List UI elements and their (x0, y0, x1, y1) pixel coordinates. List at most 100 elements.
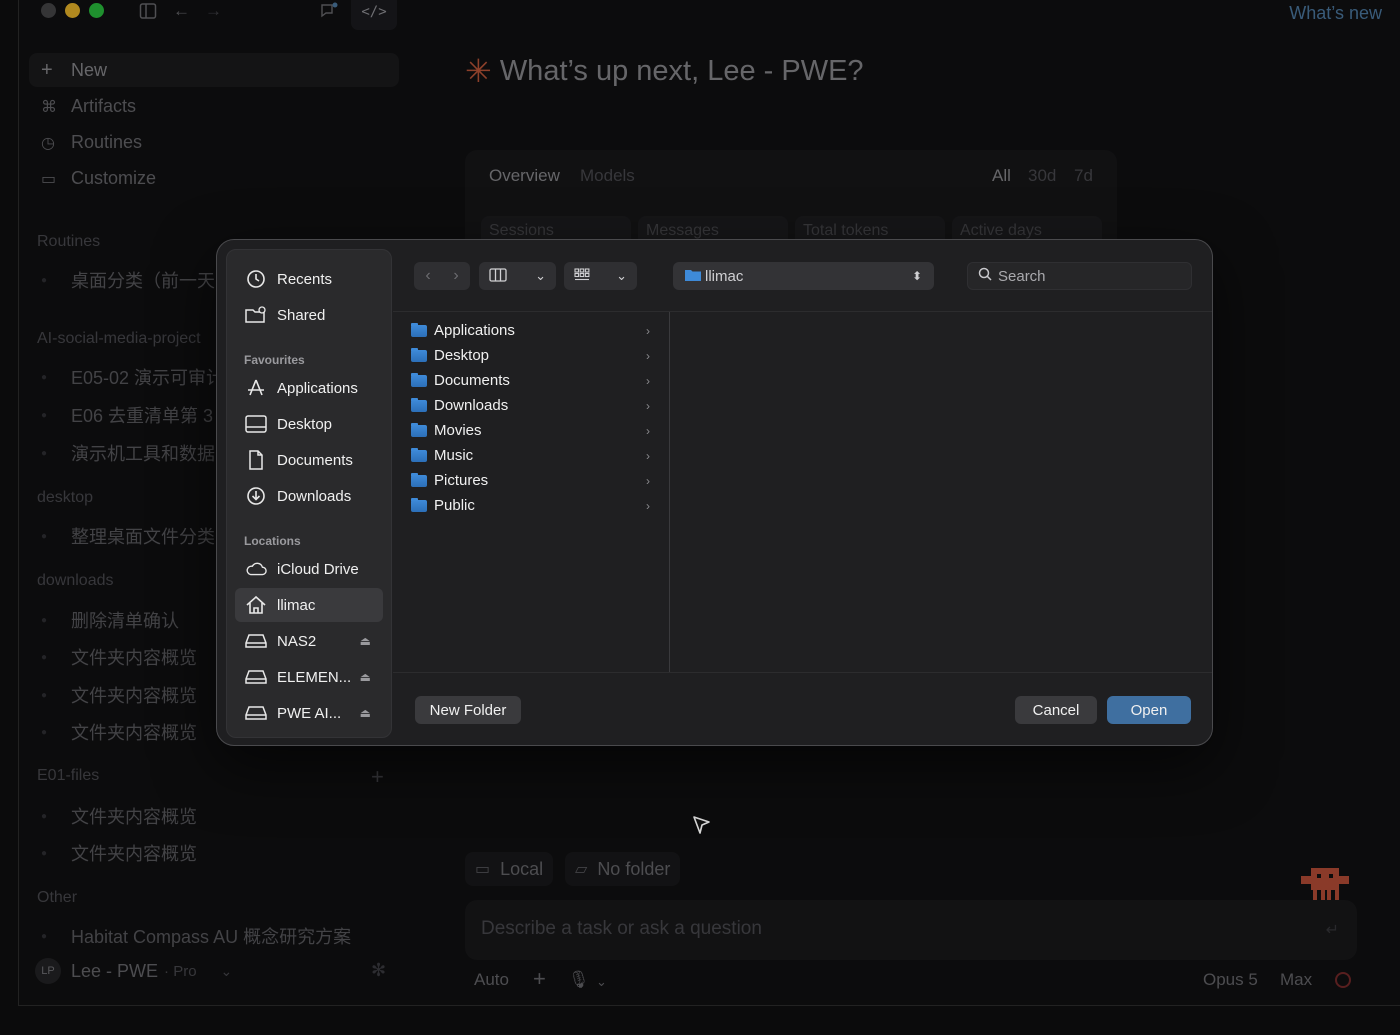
whats-new-link[interactable]: What’s new (1289, 3, 1382, 24)
code-view-button[interactable]: </> (351, 0, 397, 30)
sidebar-item-llimac[interactable]: llimac (235, 588, 383, 622)
cancel-button[interactable]: Cancel (1015, 696, 1097, 724)
status-dot-icon: ● (41, 371, 48, 383)
folder-row-movies[interactable]: Movies › (411, 418, 658, 443)
new-session-button[interactable]: + New (29, 53, 399, 87)
sidebar-item-applications[interactable]: Applications (235, 371, 383, 405)
folder-icon (411, 372, 427, 387)
eject-icon[interactable]: ⏏ (360, 634, 371, 648)
range-30d[interactable]: 30d (1028, 166, 1056, 186)
back-arrow-icon[interactable]: ← (173, 2, 190, 20)
eject-icon[interactable]: ⏏ (360, 706, 371, 720)
column-view-selector[interactable]: ⌄ (479, 262, 556, 290)
folder-row-downloads[interactable]: Downloads › (411, 393, 658, 418)
back-chevron-icon[interactable]: ‹ (425, 267, 430, 285)
composer-input[interactable]: Describe a task or ask a question ↵ (465, 900, 1357, 960)
sidebar-item-elements[interactable]: ELEMEN... ⏏ (235, 660, 383, 694)
laptop-icon: ▭ (475, 861, 491, 878)
folder-row-documents[interactable]: Documents › (411, 368, 658, 393)
minimize-window-button[interactable] (65, 3, 80, 18)
enter-icon[interactable]: ↵ (1326, 920, 1339, 940)
stop-circle-icon[interactable] (1335, 972, 1351, 988)
folder-row-public[interactable]: Public › (411, 493, 658, 518)
sidebar-item-pwe-ai[interactable]: PWE AI... ⏏ (235, 696, 383, 730)
columns-view-icon (489, 267, 507, 285)
sidebar-item-desktop[interactable]: Desktop (235, 407, 383, 441)
eject-icon[interactable]: ⏏ (360, 670, 371, 684)
group-by-selector[interactable]: ⌄ (564, 262, 637, 290)
sidebar-item-artifacts[interactable]: ⌘ Artifacts (41, 96, 136, 117)
maximize-window-button[interactable] (89, 3, 104, 18)
new-folder-button[interactable]: New Folder (415, 696, 521, 724)
session-item[interactable]: ● 删除清单确认 (41, 607, 179, 633)
column-resize-handle[interactable] (669, 312, 670, 672)
session-item[interactable]: ● 文件夹内容概览 (41, 803, 197, 829)
microphone-icon[interactable]: 🎙︎ (568, 970, 590, 990)
session-item[interactable]: ● E05-02 演示可审计 (41, 364, 224, 390)
add-session-plus-icon[interactable]: + (371, 764, 384, 790)
sidebar-item-customize[interactable]: ▭ Customize (41, 168, 156, 189)
forward-arrow-icon[interactable]: → (205, 2, 222, 20)
folder-row-desktop[interactable]: Desktop › (411, 343, 658, 368)
status-dot-icon: ● (41, 726, 48, 738)
range-all[interactable]: All (992, 166, 1011, 186)
folder-icon: ▱ (575, 861, 588, 878)
search-field[interactable]: Search (967, 262, 1192, 290)
session-item[interactable]: ● 文件夹内容概览 (41, 840, 197, 866)
model-selector[interactable]: Opus 5 (1203, 970, 1258, 990)
mode-selector[interactable]: Auto (474, 970, 509, 990)
briefcase-icon: ▭ (41, 170, 57, 188)
folder-icon (411, 497, 427, 512)
session-item[interactable]: ● 文件夹内容概览 (41, 644, 197, 670)
user-name: Lee - PWE (71, 960, 159, 981)
sidebar-item-routines[interactable]: ◷ Routines (41, 132, 142, 153)
status-dot-icon: ● (41, 689, 48, 701)
chat-notification-icon[interactable] (319, 2, 339, 24)
brand-star-icon: ✳ (465, 53, 492, 89)
clock-icon: ◷ (41, 134, 55, 152)
status-dot-icon: ● (41, 651, 48, 663)
sidebar-item-icloud-drive[interactable]: iCloud Drive (235, 552, 383, 586)
open-button[interactable]: Open (1107, 696, 1191, 724)
sidebar-item-nas2[interactable]: NAS2 ⏏ (235, 624, 383, 658)
tab-overview[interactable]: Overview (489, 166, 560, 186)
session-item[interactable]: ● 演示机工具和数据 (41, 440, 215, 466)
forward-chevron-icon[interactable]: › (453, 267, 458, 285)
session-item[interactable]: ● Habitat Compass AU 概念研究方案 (41, 923, 351, 949)
path-popup[interactable]: llimac ⬍ (673, 262, 934, 290)
sidebar-toggle-icon[interactable] (139, 2, 157, 24)
range-7d[interactable]: 7d (1074, 166, 1093, 186)
greeting: ✳ What’s up next, Lee - PWE? (465, 53, 864, 89)
folder-icon (411, 322, 427, 337)
folder-row-pictures[interactable]: Pictures › (411, 468, 658, 493)
folder-row-applications[interactable]: Applications › (411, 318, 658, 343)
effort-selector[interactable]: Max (1280, 970, 1312, 990)
session-item[interactable]: ● 整理桌面文件分类 (41, 523, 215, 549)
sidebar-item-recents[interactable]: Recents (235, 262, 383, 296)
document-icon (245, 449, 267, 471)
local-toggle[interactable]: ▭ Local (465, 852, 554, 886)
folder-row-music[interactable]: Music › (411, 443, 658, 468)
folder-picker[interactable]: ▱ No folder (565, 852, 681, 886)
add-attachment-plus-icon[interactable]: + (533, 966, 546, 992)
spark-icon[interactable]: ✻ (371, 960, 386, 981)
sidebar-item-downloads[interactable]: Downloads (235, 479, 383, 513)
search-icon (978, 267, 992, 285)
sidebar-item-documents[interactable]: Documents (235, 443, 383, 477)
plan-badge: · Pro (164, 962, 197, 980)
mouse-cursor-icon (693, 816, 710, 834)
session-item[interactable]: ● E06 去重清单第 3 (41, 402, 213, 428)
status-dot-icon: ● (41, 447, 48, 459)
close-window-button[interactable] (41, 3, 56, 18)
folder-icon (685, 268, 701, 285)
grid-view-icon (574, 267, 590, 285)
session-item[interactable]: ● 文件夹内容概览 (41, 719, 197, 745)
open-file-dialog: Recents Shared Favourites Applications D… (216, 239, 1213, 746)
session-item[interactable]: ● 文件夹内容概览 (41, 682, 197, 708)
chevron-down-icon[interactable]: ⌄ (596, 974, 607, 990)
user-menu[interactable]: LP Lee - PWE · Pro ⌄ (35, 958, 232, 984)
sidebar-item-shared[interactable]: Shared (235, 298, 383, 332)
divider (393, 672, 1212, 673)
tab-models[interactable]: Models (580, 166, 635, 186)
session-item[interactable]: ● 桌面分类（前一天 (41, 267, 215, 293)
